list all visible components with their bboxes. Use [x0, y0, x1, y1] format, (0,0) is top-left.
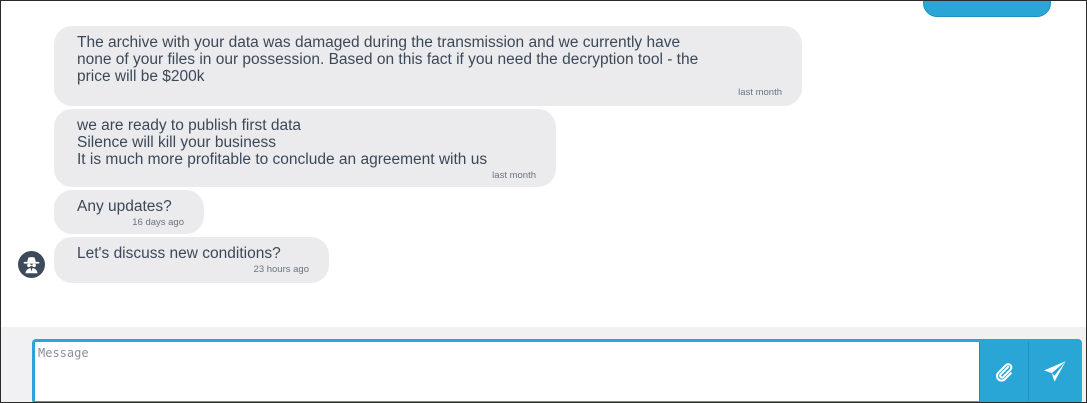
chat-window: The archive with your data was damaged d… [0, 0, 1087, 403]
message-composer [1, 327, 1086, 402]
message-timestamp: 16 days ago [132, 217, 184, 228]
message-bubble: we are ready to publish first data Silen… [54, 109, 556, 187]
message-input[interactable] [35, 342, 979, 401]
message-bubble: Any updates? 16 days ago [54, 190, 204, 234]
spy-icon-svg [23, 257, 40, 274]
message-bubble: The archive with your data was damaged d… [54, 26, 802, 106]
message-timestamp: last month [738, 87, 782, 98]
spy-icon [18, 251, 45, 278]
message-text: Any updates? [77, 198, 172, 215]
message-text: we are ready to publish first data Silen… [77, 117, 488, 168]
message-bubble: Let's discuss new conditions? 23 hours a… [54, 237, 329, 283]
attach-button[interactable] [979, 342, 1028, 401]
message-text: Let's discuss new conditions? [77, 245, 281, 262]
message-timestamp: last month [492, 170, 536, 181]
message-timestamp: 23 hours ago [253, 264, 309, 275]
send-button[interactable] [1028, 342, 1080, 401]
paper-plane-icon [1043, 360, 1066, 382]
message-input-wrapper [32, 339, 1082, 402]
message-list[interactable]: The archive with your data was damaged d… [1, 1, 1086, 327]
message-text: The archive with your data was damaged d… [77, 34, 699, 85]
paperclip-icon [995, 362, 1013, 382]
